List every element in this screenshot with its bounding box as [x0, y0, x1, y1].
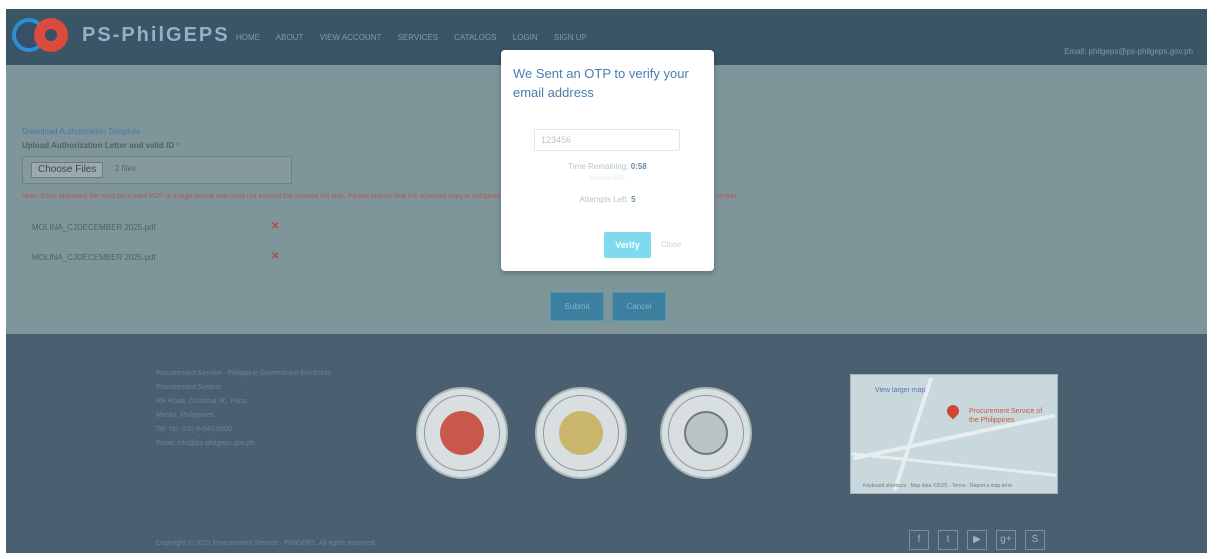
resend-otp-link[interactable]: Resend OTP	[501, 176, 714, 182]
location-map[interactable]: View larger map Procurement Service of t…	[850, 374, 1058, 494]
footer: Procurement Service - Philippine Governm…	[6, 334, 1207, 553]
remove-file-icon[interactable]: ✕	[271, 221, 279, 232]
youtube-icon[interactable]: ▶	[967, 530, 987, 550]
view-larger-map-link[interactable]: View larger map	[875, 387, 925, 394]
file-count: 2 files	[115, 164, 136, 173]
cancel-button[interactable]: Cancel	[612, 292, 666, 321]
nav-link-services[interactable]: SERVICES	[398, 33, 438, 42]
logo-icon[interactable]	[12, 18, 76, 56]
footer-text: RR Road, Cristobal St., Paco	[156, 398, 247, 405]
choose-files-button[interactable]: Choose Files	[31, 162, 104, 178]
nav-link-login[interactable]: LOGIN	[513, 33, 538, 42]
map-place-label: Procurement Service of the Philippines	[969, 408, 1043, 424]
submit-button[interactable]: Submit	[550, 292, 604, 321]
file-item: MOLINA_CJDECEMBER 2025.pdf	[32, 253, 156, 262]
nav-link-catalogs[interactable]: CATALOGS	[454, 33, 496, 42]
time-remaining: Time Remaining: 0:58	[501, 162, 714, 171]
time-remaining-label: Time Remaining:	[568, 162, 629, 171]
nav-link-home[interactable]: HOME	[236, 33, 260, 42]
upload-warning-tail: verifier	[716, 193, 738, 200]
government-seal-icon	[535, 387, 627, 479]
file-item: MOLINA_CJDECEMBER 2025.pdf	[32, 223, 156, 232]
google-plus-icon[interactable]: g+	[996, 530, 1016, 550]
dbm-seal-icon	[416, 387, 508, 479]
footer-text: Procurement System	[156, 384, 222, 391]
copyright-text: Copyright © 2025 Procurement Service - P…	[156, 540, 377, 547]
map-pin-icon	[944, 402, 962, 420]
attempts-left: Attempts Left: 5	[501, 195, 714, 204]
otp-modal: We Sent an OTP to verify your email addr…	[501, 50, 714, 271]
attempts-left-value: 5	[631, 195, 636, 204]
map-attribution: Keyboard shortcuts · Map data ©2025 · Te…	[863, 483, 1013, 489]
otp-input[interactable]: 123456	[534, 129, 680, 151]
nav-contact-email: Email: philgeps@ps-philgeps.gov.ph	[1064, 47, 1193, 56]
nav-link-signup[interactable]: SIGN UP	[554, 33, 587, 42]
footer-text: Manila, Philippines	[156, 412, 215, 419]
download-template-link[interactable]: Download Authorization Template	[22, 127, 141, 136]
verify-button[interactable]: Verify	[604, 232, 651, 258]
footer-text: Email: info@ps-philgeps.gov.ph	[156, 440, 255, 447]
logo-circle-red	[34, 18, 68, 52]
footer-text: Tel. No. (02) 8-640-6900	[156, 426, 232, 433]
upload-label: Upload Authorization Letter and valid ID…	[22, 141, 180, 150]
brand-name[interactable]: PS-PhilGEPS	[82, 24, 230, 47]
modal-title: We Sent an OTP to verify your email addr…	[513, 66, 689, 100]
attempts-left-label: Attempts Left:	[579, 195, 629, 204]
skype-icon[interactable]: S	[1025, 530, 1045, 550]
nav-menu: HOME ABOUT VIEW ACCOUNT SERVICES CATALOG…	[236, 33, 601, 42]
close-button[interactable]: Close	[661, 240, 681, 249]
footer-text: Procurement Service - Philippine Governm…	[156, 370, 332, 377]
facebook-icon[interactable]: f	[909, 530, 929, 550]
upload-label-text: Upload Authorization Letter and valid ID	[22, 141, 175, 150]
remove-file-icon[interactable]: ✕	[271, 251, 279, 262]
time-remaining-value: 0:58	[630, 162, 647, 171]
required-marker: *	[176, 141, 180, 150]
nav-link-about[interactable]: ABOUT	[276, 33, 304, 42]
dict-seal-icon	[660, 387, 752, 479]
nav-link-view-account[interactable]: VIEW ACCOUNT	[320, 33, 382, 42]
twitter-icon[interactable]: t	[938, 530, 958, 550]
file-input[interactable]: Choose Files 2 files	[22, 156, 292, 184]
